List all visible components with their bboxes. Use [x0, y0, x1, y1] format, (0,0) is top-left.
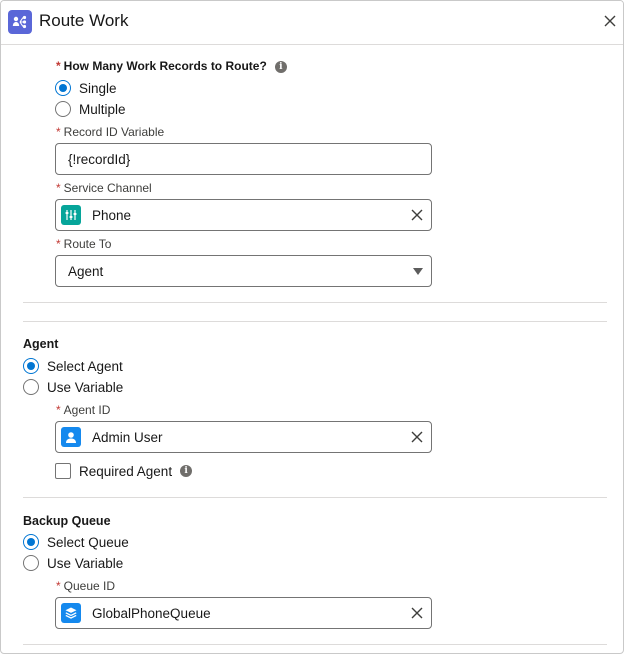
- agent-section-title: Agent: [23, 337, 59, 351]
- radio-button[interactable]: [23, 555, 39, 571]
- record-id-input[interactable]: {!recordId}: [55, 143, 432, 175]
- route-work-icon: [8, 10, 32, 34]
- info-icon[interactable]: i: [274, 60, 287, 73]
- phone-channel-icon: [61, 205, 81, 225]
- radio-select-agent[interactable]: Select Agent: [23, 358, 123, 374]
- route-work-panel: Route Work * How Many Work Records to Rou…: [0, 0, 624, 654]
- panel-header: Route Work: [1, 1, 623, 45]
- queue-icon: [61, 603, 81, 623]
- record-id-label: * Record ID Variable: [56, 125, 165, 139]
- records-count-label: * How Many Work Records to Route? i: [56, 59, 287, 73]
- chevron-down-icon: [413, 268, 423, 275]
- radio-button[interactable]: [55, 101, 71, 117]
- clear-icon[interactable]: [411, 209, 423, 221]
- service-channel-label: * Service Channel: [56, 181, 152, 195]
- radio-select-queue[interactable]: Select Queue: [23, 534, 129, 550]
- backup-queue-section-title: Backup Queue: [23, 514, 111, 528]
- divider: [23, 321, 607, 322]
- queue-id-label: * Queue ID: [56, 579, 116, 593]
- queue-id-lookup[interactable]: GlobalPhoneQueue: [55, 597, 432, 629]
- service-channel-lookup[interactable]: Phone: [55, 199, 432, 231]
- divider: [23, 302, 607, 303]
- agent-id-label: * Agent ID: [56, 403, 111, 417]
- route-to-select[interactable]: Agent: [55, 255, 432, 287]
- radio-single[interactable]: Single: [55, 80, 117, 96]
- clear-icon[interactable]: [411, 431, 423, 443]
- close-icon[interactable]: [601, 12, 619, 30]
- panel-title: Route Work: [39, 11, 129, 30]
- clear-icon[interactable]: [411, 607, 423, 619]
- radio-button[interactable]: [23, 379, 39, 395]
- required-agent-checkbox[interactable]: Required Agent i: [55, 463, 193, 479]
- radio-queue-use-variable[interactable]: Use Variable: [23, 555, 123, 571]
- radio-button[interactable]: [23, 358, 39, 374]
- info-icon[interactable]: i: [180, 465, 193, 477]
- radio-button[interactable]: [23, 534, 39, 550]
- checkbox[interactable]: [55, 463, 71, 479]
- route-to-label: * Route To: [56, 237, 112, 251]
- user-icon: [61, 427, 81, 447]
- radio-multiple[interactable]: Multiple: [55, 101, 126, 117]
- divider: [23, 497, 607, 498]
- agent-id-lookup[interactable]: Admin User: [55, 421, 432, 453]
- radio-button[interactable]: [55, 80, 71, 96]
- radio-agent-use-variable[interactable]: Use Variable: [23, 379, 123, 395]
- divider: [23, 644, 607, 645]
